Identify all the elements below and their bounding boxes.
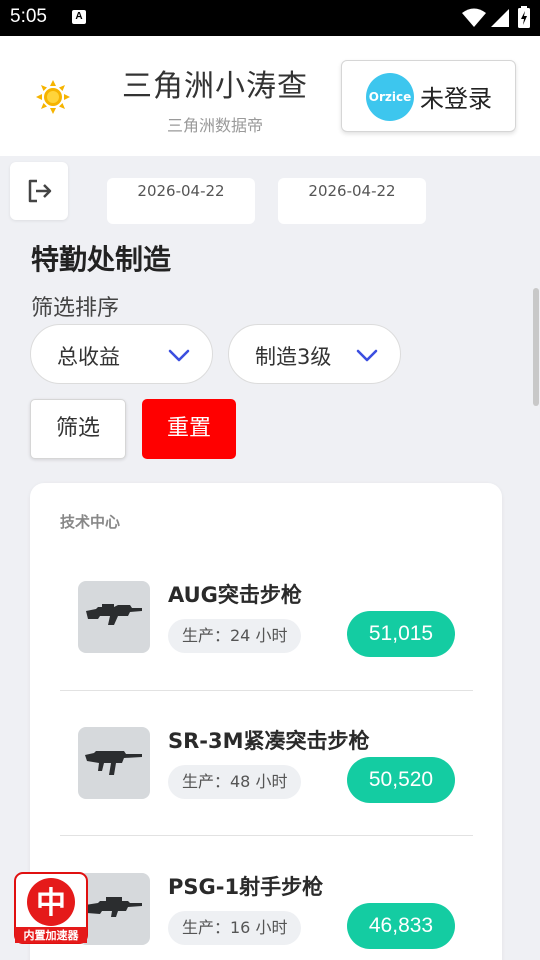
filter-sort-label: 筛选排序: [31, 296, 120, 321]
item-production-time: 生产：24 小时: [168, 619, 302, 653]
item-thumbnail: [78, 581, 150, 653]
date-start-chip[interactable]: 2026-04-22: [107, 178, 255, 224]
logout-icon: [28, 179, 52, 203]
list-item[interactable]: SR-3M紧凑突击步枪 生产：48 小时 50,520: [30, 699, 502, 845]
sort-select[interactable]: 总收益: [30, 324, 213, 384]
app-title: 三角洲小涛查: [122, 69, 308, 104]
section-title: 特勤处制造: [31, 243, 172, 276]
app-subtitle: 三角洲数据帝: [166, 116, 263, 135]
list-item[interactable]: PSG-1射手步枪 生产：16 小时 46,833: [30, 845, 502, 960]
item-name: PSG-1射手步枪: [168, 875, 324, 899]
sun-icon[interactable]: [36, 80, 70, 114]
notification-a-icon: A: [72, 10, 86, 24]
item-thumbnail: [78, 727, 150, 799]
rifle-icon: [86, 604, 142, 625]
sort-select-value: 总收益: [57, 345, 120, 369]
logout-button[interactable]: [10, 162, 68, 220]
status-time: 5:05: [10, 6, 47, 27]
level-select-value: 制造3级: [255, 345, 332, 369]
tech-center-card: 技术中心 AUG突击步枪 生产：24 小时 51,015 SR-3M紧凑突击步枪…: [30, 483, 502, 960]
item-profit-badge: 50,520: [347, 757, 455, 803]
chevron-down-icon: [168, 349, 190, 362]
filter-button[interactable]: 筛选: [30, 399, 126, 459]
item-production-time: 生产：16 小时: [168, 911, 302, 945]
item-thumbnail: [78, 873, 150, 945]
date-end-value: 2026-04-22: [308, 182, 396, 200]
list-item[interactable]: AUG突击步枪 生产：24 小时 51,015: [30, 553, 502, 699]
date-start-value: 2026-04-22: [137, 182, 225, 200]
reset-button[interactable]: 重置: [142, 399, 236, 459]
battery-icon: [518, 6, 530, 28]
item-profit-badge: 46,833: [347, 903, 455, 949]
divider: [60, 690, 473, 691]
card-title: 技术中心: [60, 513, 121, 531]
badge-char: 中: [36, 886, 66, 921]
scrollbar[interactable]: [533, 288, 539, 406]
login-button[interactable]: Orzice 未登录: [341, 60, 516, 132]
badge-label: 内置加速器: [24, 928, 80, 942]
app-header: 三角洲小涛查 三角洲数据帝 Orzice 未登录: [0, 36, 540, 156]
divider: [60, 835, 473, 836]
level-select[interactable]: 制造3级: [228, 324, 401, 384]
login-status-label: 未登录: [420, 85, 492, 113]
wifi-icon: [462, 8, 486, 27]
rifle-icon: [85, 751, 142, 775]
accelerator-badge[interactable]: 中 内置加速器: [14, 872, 88, 944]
signal-icon: [491, 9, 509, 27]
status-bar: 5:05 A: [0, 0, 540, 36]
item-production-time: 生产：48 小时: [168, 765, 302, 799]
item-name: SR-3M紧凑突击步枪: [168, 729, 370, 753]
date-end-chip[interactable]: 2026-04-22: [278, 178, 426, 224]
orzice-logo: Orzice: [366, 73, 414, 121]
item-profit-badge: 51,015: [347, 611, 455, 657]
rifle-icon: [85, 897, 142, 917]
item-name: AUG突击步枪: [168, 583, 302, 607]
chevron-down-icon: [356, 349, 378, 362]
